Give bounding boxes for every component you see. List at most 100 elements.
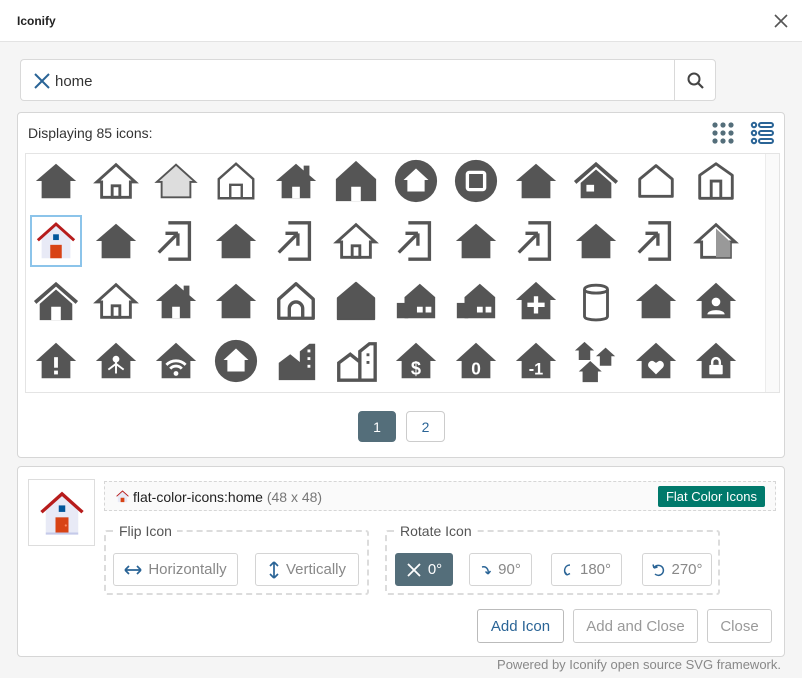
icon-cell[interactable] [150, 155, 202, 207]
icon-cell[interactable] [330, 335, 382, 387]
search-input[interactable] [55, 69, 655, 93]
icon-cell[interactable] [690, 215, 742, 267]
icon-cell[interactable] [90, 215, 142, 267]
icon-cell[interactable] [390, 155, 442, 207]
close-icon[interactable] [772, 12, 790, 30]
icon-cell[interactable] [510, 155, 562, 207]
icon-cell[interactable] [390, 215, 442, 267]
list-view-icon[interactable] [750, 121, 774, 145]
icon-cell[interactable]: $ [390, 335, 442, 387]
icon-cell[interactable] [90, 275, 142, 327]
arrows-horizontal-icon [124, 564, 142, 575]
home-wifi-icon [155, 342, 197, 379]
arrows-vertical-icon [269, 560, 279, 579]
icon-cell[interactable] [150, 215, 202, 267]
search-icon [687, 72, 704, 89]
home-floor-negative-1-icon: -1 [515, 342, 557, 378]
home-floor-0-icon: 0 [455, 342, 497, 378]
home-circle-icon [214, 339, 258, 383]
home-account-icon [695, 282, 737, 319]
icon-cell[interactable] [570, 335, 622, 387]
home-outline-icon [93, 162, 139, 199]
rotate-270-button[interactable]: 270° [642, 553, 712, 586]
home-solid-icon [35, 163, 77, 199]
icon-cell[interactable] [630, 215, 682, 267]
icon-cell[interactable] [270, 155, 322, 207]
icon-cell[interactable] [630, 275, 682, 327]
icon-cell[interactable] [270, 335, 322, 387]
icon-cell[interactable] [690, 335, 742, 387]
icon-cell[interactable] [630, 155, 682, 207]
home-solid-icon [215, 223, 257, 259]
flip-horizontal-button[interactable]: Horizontally [113, 553, 238, 586]
home-import-icon [397, 221, 432, 261]
icon-cell[interactable] [30, 275, 82, 327]
rotate-0-button[interactable]: 0° [395, 553, 453, 586]
home-automation-icon [95, 342, 137, 379]
add-icon-button[interactable]: Add Icon [477, 609, 564, 643]
icon-cell[interactable] [30, 215, 82, 267]
icon-cell[interactable] [150, 275, 202, 327]
icon-cell[interactable] [690, 155, 742, 207]
selection-panel: flat-color-icons:home (48 x 48) Flat Col… [17, 466, 785, 657]
icon-cell[interactable] [630, 335, 682, 387]
icon-cell[interactable] [150, 335, 202, 387]
rotate-90-button[interactable]: 90° [469, 553, 532, 586]
icon-cell[interactable] [330, 155, 382, 207]
icon-cell[interactable] [450, 155, 502, 207]
grid-view-icon[interactable] [711, 121, 735, 145]
home-import-icon [637, 221, 672, 261]
home-import-icon [277, 221, 312, 261]
rotate-180-icon [563, 563, 571, 576]
icon-cell[interactable] [210, 275, 262, 327]
icon-cell[interactable] [510, 275, 562, 327]
home-lock-icon [695, 342, 737, 379]
home-large-icon [33, 281, 79, 321]
page-2-button[interactable]: 2 [406, 411, 445, 442]
svg-text:0: 0 [471, 358, 481, 378]
icon-grid: $0 -1 [25, 153, 780, 393]
icon-cell[interactable] [450, 275, 502, 327]
icon-cell[interactable] [510, 215, 562, 267]
icon-cell[interactable] [210, 215, 262, 267]
flip-vertical-button[interactable]: Vertically [255, 553, 359, 586]
icon-cell[interactable] [570, 275, 622, 327]
search-button[interactable] [674, 59, 716, 101]
icon-cell[interactable] [90, 335, 142, 387]
icon-cell[interactable] [570, 215, 622, 267]
icon-cell[interactable] [90, 155, 142, 207]
icon-cell[interactable] [30, 155, 82, 207]
icon-cell[interactable] [690, 275, 742, 327]
home-plus-icon [515, 281, 557, 320]
selected-icon-name: flat-color-icons:home (48 x 48) [133, 489, 322, 505]
rotate-180-button[interactable]: 180° [551, 553, 622, 586]
collection-badge[interactable]: Flat Color Icons [657, 486, 765, 507]
icon-cell[interactable] [390, 275, 442, 327]
icon-cell[interactable]: 0 [450, 335, 502, 387]
home-solid-icon [95, 223, 137, 259]
rotate-270-icon [652, 563, 665, 576]
icon-cell[interactable] [30, 335, 82, 387]
home-solid-icon [455, 223, 497, 259]
selected-icon-info: flat-color-icons:home (48 x 48) Flat Col… [104, 481, 776, 511]
results-count: Displaying 85 icons: [28, 125, 153, 141]
home-solid-icon [215, 283, 257, 319]
scrollbar[interactable] [765, 154, 779, 392]
icon-cell[interactable] [270, 215, 322, 267]
close-button[interactable]: Close [707, 609, 772, 643]
icon-cell[interactable] [330, 275, 382, 327]
icon-cell[interactable] [210, 155, 262, 207]
page-1-button[interactable]: 1 [358, 411, 396, 442]
add-and-close-button[interactable]: Add and Close [573, 609, 698, 643]
flip-icon-legend: Flip Icon [119, 523, 172, 539]
clear-search-icon[interactable] [32, 71, 52, 91]
rotate-90-label: 90° [498, 561, 521, 578]
icon-cell[interactable] [210, 335, 262, 387]
home-flat-color-icon [39, 491, 84, 535]
icon-cell[interactable] [270, 275, 322, 327]
icon-cell[interactable] [450, 215, 502, 267]
icon-cell[interactable] [330, 215, 382, 267]
home-flat-color-icon [116, 490, 129, 503]
icon-cell[interactable] [570, 155, 622, 207]
icon-cell[interactable]: -1 [510, 335, 562, 387]
